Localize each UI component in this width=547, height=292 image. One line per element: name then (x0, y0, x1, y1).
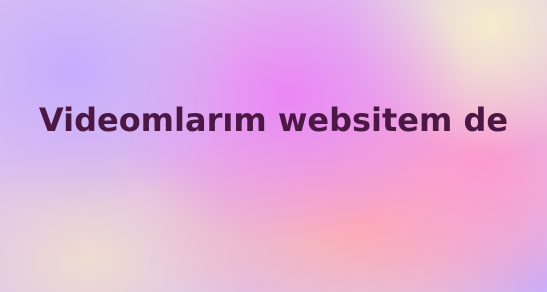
gradient-banner: Videomlarım websitem de (0, 0, 547, 292)
banner-headline: Videomlarım websitem de (38, 101, 509, 139)
